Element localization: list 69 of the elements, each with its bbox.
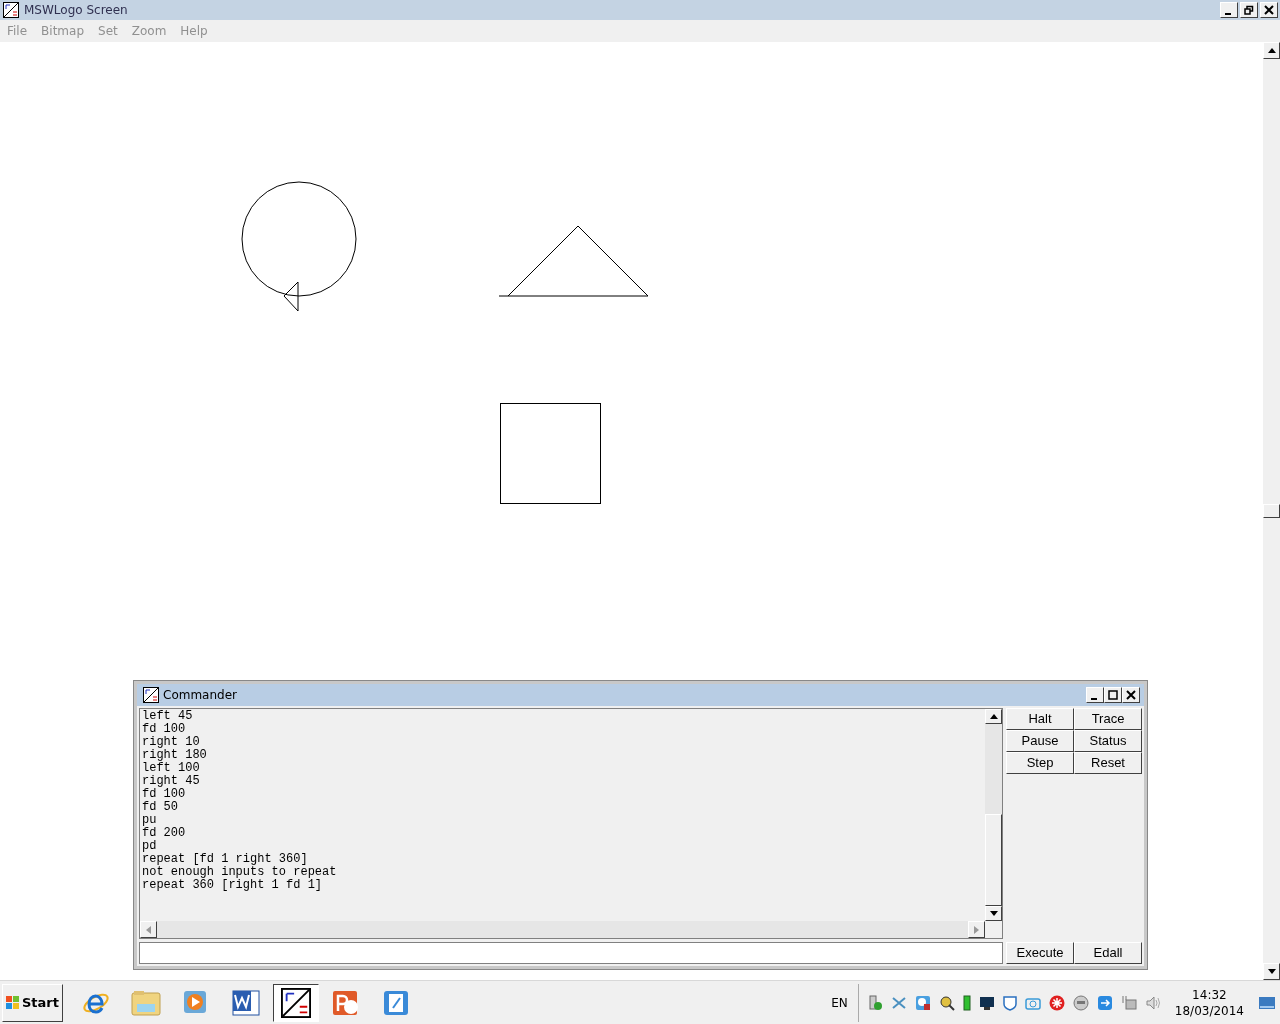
scroll-thumb[interactable] — [985, 814, 1002, 906]
window-title: MSWLogo Screen — [24, 2, 129, 19]
horizontal-scrollbar[interactable] — [140, 921, 985, 938]
logo-icon — [281, 987, 311, 1018]
restore-icon — [1244, 5, 1254, 15]
history-line: fd 100 — [142, 723, 187, 736]
history-line: pu — [142, 814, 158, 827]
history-line: pd — [142, 840, 158, 853]
remote-icon — [1096, 994, 1113, 1011]
close-button[interactable] — [1122, 687, 1140, 703]
clock-date: 18/03/2014 — [1174, 1002, 1244, 1019]
camera-icon — [1024, 995, 1041, 1010]
restore-button[interactable] — [1240, 2, 1258, 18]
clock[interactable]: 14:32 18/03/2014 — [1174, 986, 1244, 1019]
folder-icon — [131, 989, 161, 1016]
app-icon — [143, 687, 159, 703]
close-icon — [1126, 690, 1136, 700]
speaker-icon — [1144, 994, 1161, 1011]
history-line: repeat [fd 1 right 360] — [142, 853, 309, 866]
minimize-button[interactable] — [1086, 687, 1104, 703]
minimize-icon — [1224, 12, 1231, 15]
turtle-icon — [283, 281, 299, 312]
command-button[interactable]: Status — [1074, 730, 1142, 752]
history-box[interactable]: left 45 fd 100 right 10 right 180 left 100 right 45 fd 100 fd 50 pu fd 200 pd repeat [fd 1 right 360] not enough inputs to repeat repeat 360 [right 1 fd 1] — [139, 708, 1003, 939]
command-input-field[interactable] — [139, 942, 1003, 964]
history-line: not enough inputs to repeat — [142, 866, 338, 879]
vertical-scrollbar[interactable] — [1263, 42, 1280, 980]
command-button[interactable]: Reset — [1074, 752, 1142, 774]
minimize-button[interactable] — [1220, 2, 1238, 18]
history-line: left 100 — [142, 762, 201, 775]
close-icon — [1264, 5, 1274, 15]
battery-check-icon — [868, 994, 883, 1011]
history-line: fd 100 — [142, 788, 187, 801]
magnifier-icon — [938, 994, 955, 1011]
maximize-button[interactable] — [1104, 687, 1122, 703]
minimize-icon — [1090, 697, 1097, 700]
presentation-p-icon — [331, 988, 361, 1017]
history-scrollbar[interactable] — [985, 709, 1002, 921]
command-button[interactable]: Halt — [1006, 708, 1074, 730]
monitor-icon — [978, 994, 995, 1011]
scroll-thumb[interactable] — [1263, 504, 1280, 518]
commander-title: Commander — [163, 687, 238, 704]
network-icon — [1120, 994, 1137, 1011]
history-line: right 180 — [142, 749, 208, 762]
taskbar-app-button[interactable] — [273, 983, 319, 1022]
history-line: repeat 360 [right 1 fd 1] — [142, 879, 324, 892]
start-button[interactable]: Start — [2, 983, 63, 1022]
history-line: left 45 — [142, 710, 194, 723]
show-desktop-icon[interactable] — [1258, 995, 1276, 1010]
close-button[interactable] — [1260, 2, 1278, 18]
document-w-icon — [231, 988, 261, 1017]
history-line: fd 50 — [142, 801, 179, 814]
maximize-icon — [1108, 690, 1118, 700]
history-line: right 10 — [142, 736, 201, 749]
command-button[interactable]: Execute — [1006, 942, 1074, 964]
command-button[interactable]: Edall — [1074, 942, 1142, 964]
history-line: fd 200 — [142, 827, 187, 840]
language-indicator[interactable]: EN — [831, 993, 848, 1012]
command-button[interactable]: Pause — [1006, 730, 1074, 752]
drive-icon — [962, 994, 971, 1011]
clock-time: 14:32 — [1192, 986, 1227, 1003]
history-line: right 45 — [142, 775, 201, 788]
app-icon — [3, 2, 19, 18]
shield-icon — [1002, 994, 1017, 1011]
windows-flag-icon — [6, 995, 20, 1010]
command-button[interactable]: Step — [1006, 752, 1074, 774]
command-button[interactable]: Trace — [1074, 708, 1142, 730]
notepad-icon — [382, 988, 410, 1017]
asterisk-icon — [1048, 994, 1065, 1011]
